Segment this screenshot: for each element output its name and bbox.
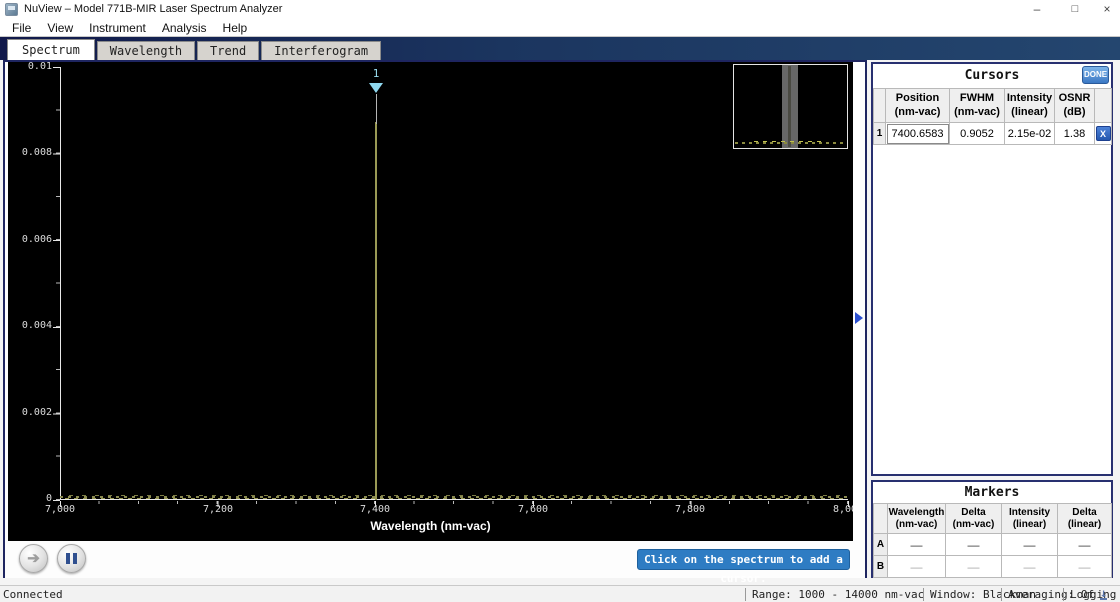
markers-panel: Markers Wavelength (nm-vac) Delta (nm-vac)…	[871, 480, 1113, 578]
cursors-corner-cell	[873, 88, 886, 123]
spectrum-noise-floor	[60, 498, 848, 499]
title-bar: NuView – Model 771B-MIR Laser Spectrum A…	[0, 0, 1120, 19]
x-tick-label: 7,400	[359, 504, 391, 515]
plot-area[interactable]	[60, 67, 848, 500]
marker-b-intensity[interactable]: —	[1001, 555, 1058, 578]
status-logging: Logging	[1063, 588, 1116, 601]
cursor-row-index: 1	[873, 122, 886, 145]
marker-b-delta-nm[interactable]: —	[945, 555, 1002, 578]
app-icon	[5, 3, 18, 16]
menu-instrument[interactable]: Instrument	[81, 21, 154, 35]
close-button[interactable]: ×	[1090, 0, 1120, 19]
cursors-panel: Cursors DONE Position (nm-vac) FWHM (nm-va…	[871, 62, 1113, 476]
menu-bar: File View Instrument Analysis Help	[0, 19, 1120, 36]
y-tick-label: 0.008	[21, 147, 52, 158]
play-button[interactable]: ➔	[19, 544, 48, 573]
cursor-label: 1	[372, 67, 380, 80]
tab-bar: Spectrum Wavelength Trend Interferogram	[0, 36, 1120, 60]
cursor-osnr-value[interactable]: 1.38	[1054, 122, 1095, 145]
marker-a-intensity[interactable]: —	[1001, 533, 1058, 556]
marker-a-wavelength[interactable]: —	[887, 533, 946, 556]
panel-expander-icon[interactable]	[855, 312, 863, 324]
col-delta-linear: Delta (linear)	[1057, 503, 1112, 534]
col-wavelength: Wavelength (nm-vac)	[887, 503, 946, 534]
hint-message: Click on the spectrum to add a cursor.	[637, 549, 850, 585]
marker-a-delta-linear[interactable]: —	[1057, 533, 1112, 556]
x-axis-title: Wavelength (nm-vac)	[370, 519, 491, 533]
status-averaging: Averaging: Of	[1001, 588, 1094, 601]
y-axis-minor-ticks	[56, 67, 60, 501]
logging-download-icon[interactable]: ↓	[1100, 587, 1108, 600]
col-intensity: Intensity (linear)	[1004, 88, 1055, 123]
menu-analysis[interactable]: Analysis	[154, 21, 215, 35]
marker-b-index: B	[873, 555, 888, 578]
y-tick-label: 0.004	[21, 320, 52, 331]
cursor-fwhm-value[interactable]: 0.9052	[949, 122, 1005, 145]
menu-file[interactable]: File	[4, 21, 39, 35]
markers-panel-title: Markers	[964, 485, 1020, 500]
cursor-intensity-value[interactable]: 2.15e-02	[1004, 122, 1055, 145]
pause-button[interactable]	[57, 544, 86, 573]
status-bar: Connected Range: 1000 - 14000 nm-vac Win…	[0, 585, 1120, 602]
play-arrow-icon: ➔	[27, 550, 40, 567]
overview-noise	[735, 142, 846, 144]
tab-spectrum[interactable]: Spectrum	[7, 39, 95, 60]
col-osnr: OSNR (dB)	[1054, 88, 1095, 123]
col-position: Position (nm-vac)	[885, 88, 950, 123]
col-delta-nm: Delta (nm-vac)	[945, 503, 1002, 534]
overview-noise	[754, 141, 824, 142]
y-tick-label: 0.002	[21, 407, 52, 418]
x-tick-label: 7,600	[517, 504, 549, 515]
tab-interferogram[interactable]: Interferogram	[261, 41, 382, 60]
window-title: NuView – Model 771B-MIR Laser Spectrum A…	[24, 3, 283, 15]
x-tick-label: 7,000	[44, 504, 76, 515]
marker-row-b: B — — — —	[873, 555, 1112, 578]
maximize-button[interactable]: □	[1058, 0, 1092, 19]
marker-row-a: A — — — —	[873, 533, 1112, 556]
pause-icon	[66, 553, 77, 564]
menu-view[interactable]: View	[39, 21, 81, 35]
spectrum-peak	[375, 122, 377, 500]
overview-inset[interactable]	[733, 64, 848, 149]
cursors-table: Position (nm-vac) FWHM (nm-vac) Intensity(…	[873, 88, 1112, 145]
status-range: Range: 1000 - 14000 nm-vac	[745, 588, 924, 601]
col-fwhm: FWHM (nm-vac)	[949, 88, 1005, 123]
marker-b-wavelength[interactable]: —	[887, 555, 946, 578]
x-axis-minor-ticks	[60, 501, 849, 504]
spectrum-chart[interactable]: 0.01 0.008 0.006 0.004 0.002 0 7,000 7,2…	[8, 62, 853, 541]
x-tick-label: 8,000	[832, 504, 853, 515]
marker-b-delta-linear[interactable]: —	[1057, 555, 1112, 578]
delete-cursor-button[interactable]: X	[1095, 126, 1111, 141]
cursor-position-value[interactable]: 7400.6583	[885, 122, 950, 145]
marker-a-index: A	[873, 533, 888, 556]
tab-trend[interactable]: Trend	[197, 41, 260, 60]
col-delete	[1094, 88, 1112, 123]
markers-corner-cell	[873, 503, 888, 534]
overview-peak-line	[788, 66, 791, 147]
x-tick-label: 7,200	[202, 504, 234, 515]
marker-a-delta-nm[interactable]: —	[945, 533, 1002, 556]
status-connection: Connected	[3, 588, 63, 601]
cursor-marker-icon[interactable]	[369, 83, 383, 93]
markers-table: Wavelength (nm-vac) Delta (nm-vac) Intensi…	[873, 503, 1112, 578]
cursors-panel-title: Cursors	[964, 68, 1020, 83]
col-intensity-linear: Intensity (linear)	[1001, 503, 1058, 534]
minimize-button[interactable]: –	[1020, 0, 1054, 19]
y-tick-label: 0	[45, 493, 52, 504]
y-tick-label: 0.006	[21, 234, 52, 245]
cursor-delete-cell: X	[1094, 122, 1112, 145]
done-button[interactable]: DONE	[1082, 66, 1109, 84]
cursor-line[interactable]	[376, 94, 377, 124]
x-tick-label: 7,800	[674, 504, 706, 515]
tab-wavelength[interactable]: Wavelength	[96, 41, 196, 60]
menu-help[interactable]: Help	[215, 21, 256, 35]
cursor-row: 1 7400.6583 0.9052 2.15e-02 1.38 X	[873, 122, 1112, 145]
y-tick-label: 0.01	[27, 62, 52, 72]
main-content: 0.01 0.008 0.006 0.004 0.002 0 7,000 7,2…	[0, 60, 1120, 585]
